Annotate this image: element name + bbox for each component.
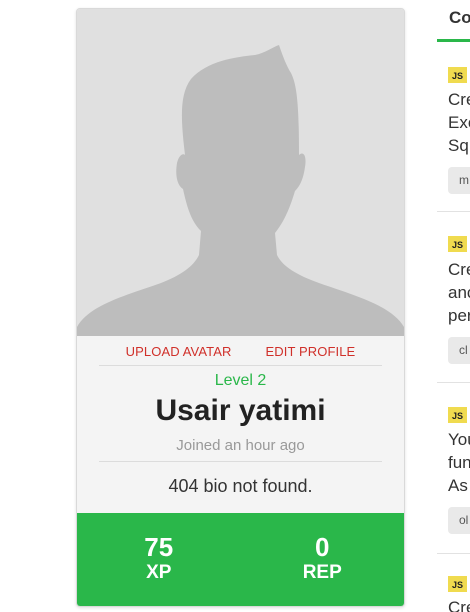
item-title-line: Cre: [448, 598, 470, 612]
item-title-line: Cre: [448, 260, 470, 279]
xp-value: 75: [144, 532, 174, 562]
code-list-column: Co JS Cre Exe Sq m JS Cre anc per cl JS …: [437, 0, 470, 612]
divider: [99, 461, 382, 462]
list-item[interactable]: JS Cre: [437, 554, 470, 612]
bio-text: 404 bio not found.: [168, 476, 313, 496]
item-title-line: Cre: [448, 90, 470, 109]
tab-code[interactable]: Co: [449, 8, 470, 28]
avatar: [77, 9, 404, 336]
joined-text: Joined an hour ago: [176, 437, 305, 454]
list-item[interactable]: JS You fun As ol: [437, 383, 470, 554]
item-title-line: anc: [448, 283, 470, 302]
xp-stat: 75 XP: [77, 513, 241, 606]
profile-card: UPLOAD AVATAR EDIT PROFILE Level 2 Usair…: [76, 8, 405, 607]
stats-bar: 75 XP 0 REP: [77, 513, 404, 606]
person-silhouette-icon: [77, 45, 404, 336]
profile-actions: UPLOAD AVATAR EDIT PROFILE: [77, 336, 404, 366]
item-title-line: fun: [448, 453, 470, 472]
item-tag[interactable]: cl: [448, 337, 470, 364]
item-tag[interactable]: ol: [448, 507, 470, 534]
js-badge-icon: JS: [448, 67, 467, 83]
js-badge-icon: JS: [448, 407, 467, 423]
edit-profile-link[interactable]: EDIT PROFILE: [265, 344, 355, 359]
xp-label: XP: [146, 562, 172, 583]
list-item[interactable]: JS Cre Exe Sq m: [437, 43, 470, 212]
item-title-line: Exe: [448, 113, 470, 132]
upload-avatar-link[interactable]: UPLOAD AVATAR: [126, 344, 232, 359]
rep-value: 0: [315, 532, 330, 562]
item-title-line: You: [448, 430, 470, 449]
list-item[interactable]: JS Cre anc per cl: [437, 212, 470, 383]
page: UPLOAD AVATAR EDIT PROFILE Level 2 Usair…: [0, 0, 470, 612]
item-title-line: As: [448, 476, 468, 495]
tab-underline: [437, 39, 470, 42]
js-badge-icon: JS: [448, 236, 467, 252]
item-tag[interactable]: m: [448, 167, 470, 194]
rep-label: REP: [302, 562, 342, 583]
js-badge-icon: JS: [448, 576, 467, 592]
item-title-line: per: [448, 306, 470, 325]
rep-stat: 0 REP: [241, 513, 405, 606]
divider: [99, 365, 382, 366]
item-title-line: Sq: [448, 136, 469, 155]
level-label: Level 2: [214, 372, 267, 389]
profile-name: Usair yatimi: [155, 394, 326, 427]
